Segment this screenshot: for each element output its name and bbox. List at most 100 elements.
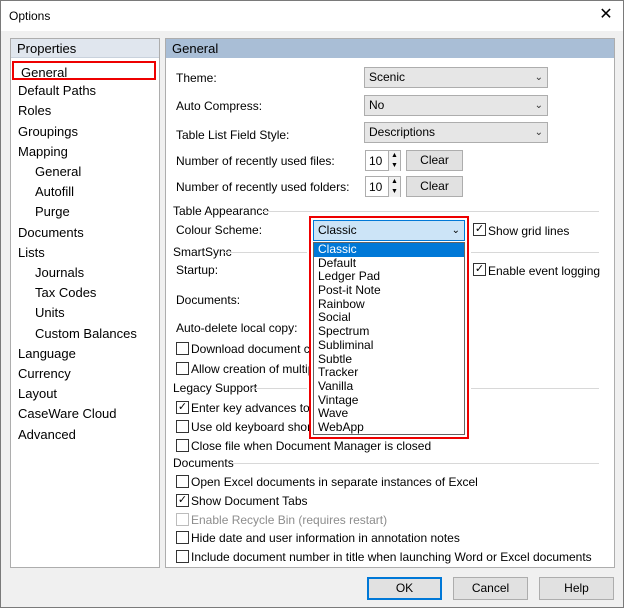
nav-item-units[interactable]: Units [11,303,65,322]
colour-scheme-option[interactable]: Ledger Pad [314,270,464,284]
nav-item-groupings[interactable]: Groupings [11,122,78,141]
colour-scheme-options: Classic Default Ledger Pad Post-it Note Rain… [313,242,465,435]
auto-compress-label: Auto Compress: [176,99,263,113]
colour-scheme-option[interactable]: Wave [314,407,464,421]
clear-files-button[interactable]: Clear [406,150,463,171]
cancel-button[interactable]: Cancel [453,577,528,600]
enable-event-logging-label: Enable event logging [488,264,601,278]
close-file-checkbox[interactable] [176,439,189,452]
colour-scheme-option[interactable]: Rainbow [314,297,464,312]
chevron-down-icon: ⌄ [451,225,460,236]
colour-scheme-select[interactable]: Classic ⌄ [313,220,465,241]
recent-files-label: Number of recently used files: [176,154,335,168]
legacy-support-heading: Legacy Support [173,381,258,395]
colour-scheme-option[interactable]: Post-it Note [314,283,464,298]
nav-item-layout[interactable]: Layout [11,384,57,403]
old-keyboard-checkbox[interactable] [176,420,189,433]
show-grid-lines-checkbox[interactable]: ✓ [473,223,486,236]
enable-event-logging-checkbox[interactable]: ✓ [473,263,486,276]
nav-item-general[interactable]: General [11,162,81,181]
colour-scheme-option[interactable]: WebApp [314,420,464,435]
nav-item-general[interactable]: General [12,61,156,80]
recycle-bin-label: Enable Recycle Bin (requires restart) [191,513,388,527]
spin-up-icon[interactable]: ▲ [388,177,400,187]
properties-nav: Properties General Default Paths Roles Grou… [10,38,160,568]
nav-item-journals[interactable]: Journals [11,263,84,282]
spin-up-icon[interactable]: ▲ [388,151,400,161]
recent-folders-label: Number of recently used folders: [176,180,350,194]
colour-scheme-option[interactable]: Spectrum [314,324,464,339]
options-dialog: Options ✕ Properties General Default Path… [0,0,624,608]
enter-key-checkbox[interactable]: ✓ [176,401,189,414]
spin-down-icon[interactable]: ▼ [388,161,400,171]
divider [471,388,599,389]
divider [223,252,307,253]
startup-label: Startup: [176,263,219,277]
nav-item-roles[interactable]: Roles [11,101,51,120]
table-style-value: Descriptions [369,125,436,139]
nav-item-language[interactable]: Language [11,344,76,363]
recent-files-stepper[interactable]: 10 ▲ ▼ [365,150,401,171]
hide-date-label: Hide date and user information in annota… [191,531,460,545]
show-document-tabs-label: Show Document Tabs [191,494,308,508]
open-excel-label: Open Excel documents in separate instanc… [191,475,478,489]
auto-delete-label: Auto-delete local copy: [176,321,298,335]
colour-scheme-option[interactable]: Subliminal [314,338,464,353]
colour-scheme-option[interactable]: Classic [314,242,464,257]
theme-select[interactable]: Scenic ⌄ [364,67,548,88]
recycle-bin-checkbox [176,513,189,526]
nav-item-currency[interactable]: Currency [11,364,71,383]
nav-item-default-paths[interactable]: Default Paths [11,81,96,100]
nav-item-lists[interactable]: Lists [11,243,45,262]
table-style-select[interactable]: Descriptions ⌄ [364,122,548,143]
old-keyboard-label: Use old keyboard shortcu [191,420,328,434]
show-grid-lines-label: Show grid lines [488,224,570,238]
chevron-down-icon: ⌄ [534,72,543,83]
nav-item-caseware-cloud[interactable]: CaseWare Cloud [11,404,117,423]
panel-header: General [166,39,614,58]
recent-files-value: 10 [369,154,383,168]
documents-heading: Documents [173,456,234,470]
theme-label: Theme: [176,71,217,85]
hide-date-checkbox[interactable] [176,531,189,544]
auto-compress-select[interactable]: No ⌄ [364,95,548,116]
nav-item-tax-codes[interactable]: Tax Codes [11,283,96,302]
divider [263,211,599,212]
ok-button[interactable]: OK [367,577,442,600]
colour-scheme-option[interactable]: Tracker [314,365,464,380]
close-file-label: Close file when Document Manager is clos… [191,439,432,453]
nav-item-mapping[interactable]: Mapping [11,142,68,161]
colour-scheme-value: Classic [318,223,357,237]
include-docnum-label: Include document number in title when la… [191,550,592,564]
colour-scheme-option[interactable]: Subtle [314,352,464,367]
colour-scheme-option[interactable]: Default [314,256,464,271]
nav-item-purge[interactable]: Purge [11,202,70,221]
colour-scheme-option[interactable]: Social [314,311,464,325]
documents-sync-label: Documents: [176,293,241,307]
open-excel-checkbox[interactable] [176,475,189,488]
download-document-label: Download document cha [191,342,324,356]
colour-scheme-label: Colour Scheme: [176,223,263,237]
nav-item-custom-balances[interactable]: Custom Balances [11,324,137,343]
colour-scheme-dropdown: Classic ⌄ Classic Default Ledger Pad Post-i… [309,216,469,439]
nav-item-documents[interactable]: Documents [11,223,84,242]
spin-down-icon[interactable]: ▼ [388,187,400,197]
allow-creation-label: Allow creation of multipl [191,362,318,376]
chevron-down-icon: ⌄ [534,127,543,138]
help-button[interactable]: Help [539,577,614,600]
allow-creation-checkbox[interactable] [176,362,189,375]
recent-folders-stepper[interactable]: 10 ▲ ▼ [365,176,401,197]
table-style-label: Table List Field Style: [176,128,290,142]
clear-folders-button[interactable]: Clear [406,176,463,197]
colour-scheme-option[interactable]: Vanilla [314,379,464,394]
show-document-tabs-checkbox[interactable]: ✓ [176,494,189,507]
download-document-checkbox[interactable] [176,342,189,355]
theme-value: Scenic [369,70,406,84]
nav-item-autofill[interactable]: Autofill [11,182,74,201]
chevron-down-icon: ⌄ [534,100,543,111]
divider [233,463,599,464]
colour-scheme-option[interactable]: Vintage [314,393,464,408]
nav-item-advanced[interactable]: Advanced [11,425,76,444]
include-docnum-checkbox[interactable] [176,550,189,563]
close-icon[interactable]: ✕ [595,4,617,26]
